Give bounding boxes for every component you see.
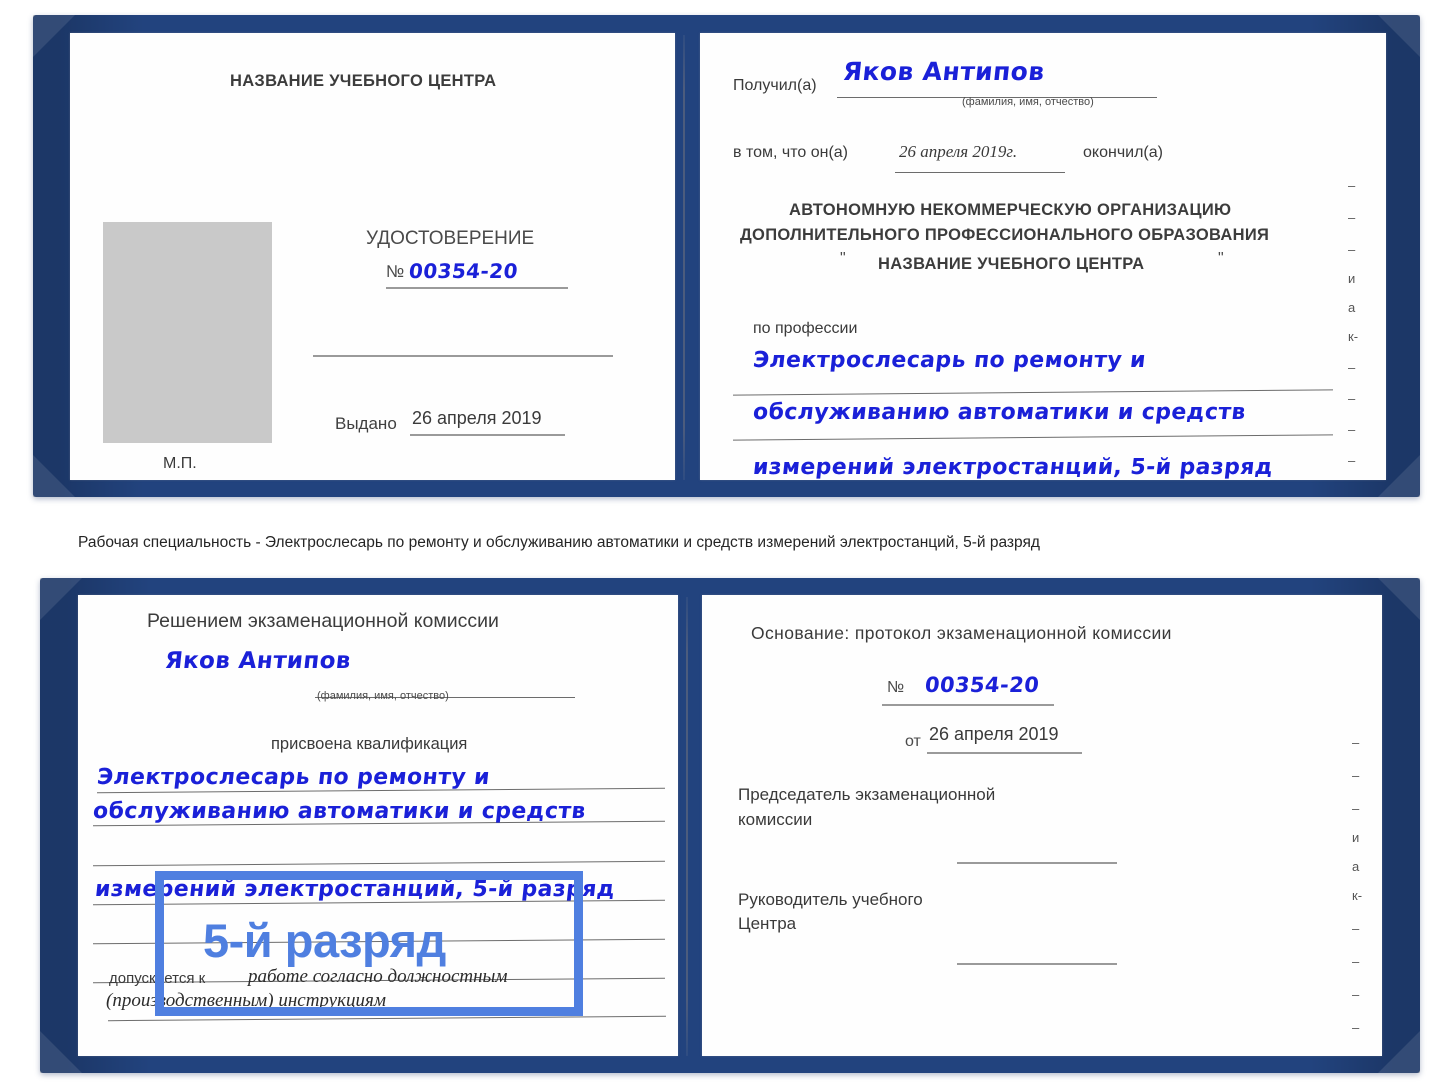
caption-text: Рабочая специальность - Электрослесарь п… bbox=[78, 534, 1040, 551]
edge-fragment: – bbox=[1352, 735, 1360, 750]
edge-fragment: – bbox=[1348, 178, 1356, 193]
top-right-profession-line1: Электрослесарь по ремонту и bbox=[751, 348, 1148, 373]
top-left-number-rule bbox=[386, 287, 568, 289]
bottom-right-head-line1: Руководитель учебного bbox=[738, 890, 923, 909]
bottom-right-date-value: 26 апреля 2019 bbox=[929, 724, 1059, 744]
top-right-profession-label: по профессии bbox=[753, 320, 858, 337]
top-left-stamp-label: М.П. bbox=[163, 455, 197, 472]
top-right-org-line3: НАЗВАНИЕ УЧЕБНОГО ЦЕНТРА bbox=[878, 255, 1145, 273]
top-right-inthat-label: в том, что он(а) bbox=[733, 144, 848, 161]
bottom-left-heading: Решением экзаменационной комиссии bbox=[147, 610, 499, 632]
edge-fragment: а bbox=[1352, 859, 1360, 874]
edge-fragment: – bbox=[1348, 242, 1356, 257]
edge-fragment: – bbox=[1352, 1020, 1360, 1035]
bottom-left-qualification-label: присвоена квалификация bbox=[271, 735, 468, 753]
certificate-bottom-spine bbox=[686, 597, 688, 1056]
bottom-left-name-hint: (фамилия, имя, отчество) bbox=[317, 690, 449, 702]
top-left-issued-value: 26 апреля 2019 bbox=[412, 408, 542, 428]
top-left-number-value: 00354-20 bbox=[407, 259, 520, 283]
bottom-right-head-signature-rule bbox=[957, 963, 1117, 965]
top-right-received-value: Яков Антипов bbox=[841, 57, 1047, 86]
edge-fragment: – bbox=[1348, 422, 1356, 437]
bottom-right-edge-fragments: – – – и а к- – – – – bbox=[1352, 735, 1382, 1035]
bottom-right-chairman-signature-rule bbox=[957, 862, 1117, 864]
bottom-right-number-value: 00354-20 bbox=[923, 673, 1041, 697]
edge-fragment: а bbox=[1348, 300, 1356, 315]
bottom-right-date-rule bbox=[927, 752, 1082, 754]
cover-fold-bottom-cert-bottom-right bbox=[1378, 1031, 1420, 1073]
top-right-received-label: Получил(а) bbox=[733, 77, 817, 94]
cover-fold-bottom-cert-top-right bbox=[1378, 578, 1420, 620]
bottom-left-qual-line1: Электрослесарь по ремонту и bbox=[95, 765, 492, 790]
edge-fragment: – bbox=[1352, 768, 1360, 783]
top-right-inthat-value: 26 апреля 2019г. bbox=[899, 142, 1018, 161]
edge-fragment: к- bbox=[1352, 888, 1363, 903]
top-right-finished-label: окончил(а) bbox=[1083, 144, 1163, 161]
cover-fold-bottom-left bbox=[33, 455, 75, 497]
bottom-right-chairman-line1: Председатель экзаменационной bbox=[738, 785, 996, 804]
top-right-org-quote-open: " bbox=[840, 250, 846, 267]
edge-fragment: – bbox=[1348, 453, 1356, 468]
photo-placeholder bbox=[103, 222, 272, 443]
edge-fragment: – bbox=[1352, 987, 1360, 1002]
bottom-right-chairman-line2: комиссии bbox=[738, 810, 813, 829]
certificate-scan-page: НАЗВАНИЕ УЧЕБНОГО ЦЕНТРА УДОСТОВЕРЕНИЕ №… bbox=[0, 0, 1448, 1085]
top-left-heading: НАЗВАНИЕ УЧЕБНОГО ЦЕНТРА bbox=[230, 72, 497, 90]
top-right-profession-line2: обслуживанию автоматики и средств bbox=[751, 400, 1248, 425]
edge-fragment: – bbox=[1348, 210, 1356, 225]
top-left-number-label: № bbox=[386, 262, 405, 281]
edge-fragment: – bbox=[1352, 921, 1360, 936]
edge-fragment: – bbox=[1348, 391, 1356, 406]
cover-fold-bottom-cert-bottom-left bbox=[40, 1031, 82, 1073]
top-left-issued-label: Выдано bbox=[335, 414, 397, 433]
bottom-left-qual-line2: обслуживанию автоматики и средств bbox=[91, 799, 588, 824]
edge-fragment: к- bbox=[1348, 329, 1359, 344]
bottom-left-name-value: Яков Антипов bbox=[163, 648, 353, 674]
top-left-doc-type: УДОСТОВЕРЕНИЕ bbox=[366, 228, 535, 249]
bottom-right-number-rule bbox=[882, 704, 1054, 706]
cover-fold-top-left bbox=[33, 15, 75, 57]
bottom-right-number-label: № bbox=[887, 679, 905, 696]
edge-fragment: и bbox=[1352, 830, 1360, 845]
cover-fold-bottom-cert-top-left bbox=[40, 578, 82, 620]
certificate-top-spine bbox=[683, 35, 685, 480]
top-left-blank-rule bbox=[313, 355, 613, 357]
top-right-org-line2: ДОПОЛНИТЕЛЬНОГО ПРОФЕССИОНАЛЬНОГО ОБРАЗО… bbox=[740, 226, 1270, 244]
edge-fragment: – bbox=[1352, 801, 1360, 816]
top-right-org-quote-close: " bbox=[1218, 250, 1224, 267]
top-right-org-line1: АВТОНОМНУЮ НЕКОММЕРЧЕСКУЮ ОРГАНИЗАЦИЮ bbox=[789, 201, 1232, 219]
highlight-annotation-label: 5-й разряд bbox=[203, 914, 446, 967]
edge-fragment: и bbox=[1348, 271, 1356, 286]
edge-fragment: – bbox=[1352, 954, 1360, 969]
top-left-issued-rule bbox=[410, 434, 565, 436]
top-right-edge-fragments: – – – и а к- – – – – bbox=[1348, 178, 1378, 468]
bottom-right-date-label: от bbox=[905, 733, 921, 750]
top-right-inthat-rule bbox=[895, 172, 1065, 173]
top-right-received-hint: (фамилия, имя, отчество) bbox=[962, 96, 1094, 108]
top-right-profession-line3: измерений электростанций, 5-й разряд bbox=[751, 455, 1275, 480]
edge-fragment: – bbox=[1348, 360, 1356, 375]
bottom-right-basis-label: Основание: протокол экзаменационной коми… bbox=[751, 623, 1172, 643]
bottom-right-head-line2: Центра bbox=[738, 914, 797, 933]
